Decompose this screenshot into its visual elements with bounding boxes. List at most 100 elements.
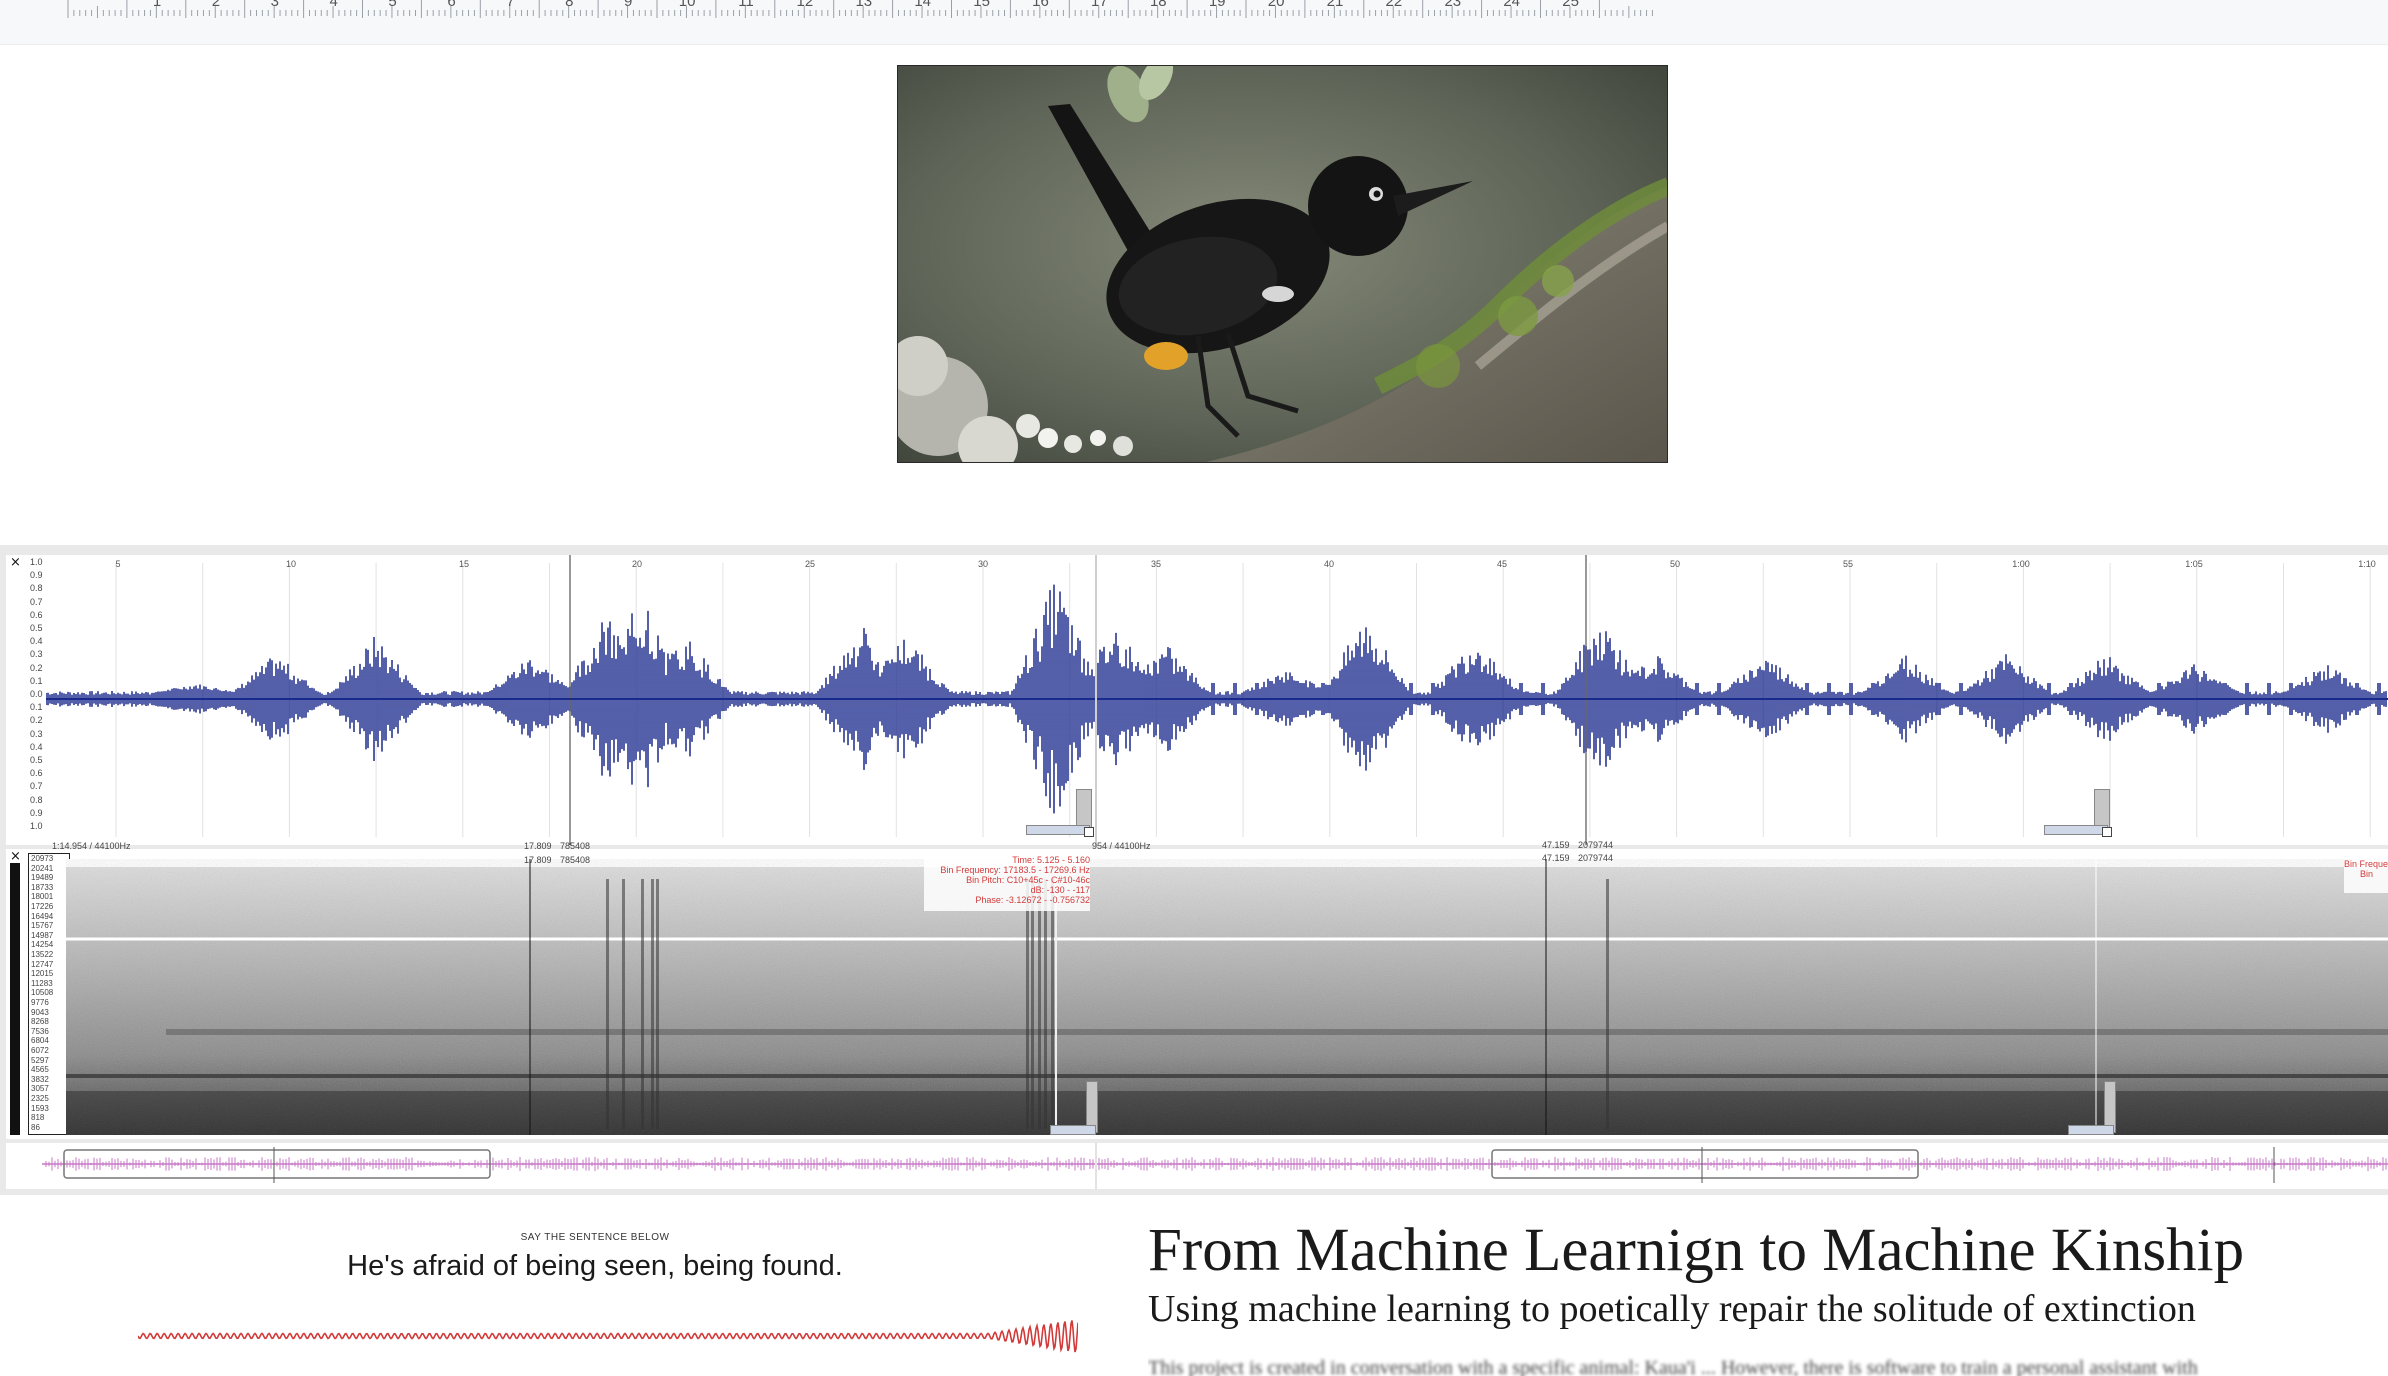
amplitude-label: 0.7 (30, 596, 43, 607)
article-title: From Machine Learnign to Machine Kinship (1148, 1217, 2245, 1284)
frequency-label: 1593 (31, 1103, 49, 1113)
ruler[interactable]: 1 2 3 4 5 6 7 8 9 10 11 12 13 14 15 16 17 18 19 20 21 22 23 24 2… (0, 0, 2388, 45)
frequency-label: 12747 (31, 959, 54, 969)
waveform-panel[interactable]: × 1.0 0.9 0.8 0.7 0.6 0.5 0.4 0.3 0.2 0.1 0.0 0.1 0.… (6, 555, 2388, 851)
frequency-label: 4565 (31, 1065, 49, 1075)
amplitude-label: 0.6 (30, 768, 43, 779)
ruler-label: 8 (565, 0, 573, 10)
overview-waveform[interactable] (6, 1143, 2388, 1189)
frequency-label: 16494 (31, 911, 54, 921)
ruler-label: 3 (271, 0, 279, 10)
frequency-label: 8268 (31, 1017, 49, 1027)
frequency-label: 9776 (31, 998, 49, 1007)
ruler-label: 12 (797, 0, 814, 10)
tooltip-right-freq: Bin Freque (2344, 859, 2388, 869)
overview-panel[interactable] (6, 1143, 2388, 1189)
amplitude-label: 0.9 (30, 807, 43, 818)
ruler-label: 4 (330, 0, 338, 10)
frequency-label: 13522 (31, 950, 54, 959)
amplitude-label: 0.0 (30, 689, 43, 699)
time-tick-label: 1:05 (2185, 559, 2203, 569)
frequency-label: 9043 (31, 1007, 49, 1017)
time-tick-label: 45 (1497, 559, 1507, 569)
ruler-label: 14 (914, 0, 931, 10)
frequency-label: 6804 (31, 1036, 49, 1046)
ruler-label: 17 (1091, 0, 1108, 10)
time-tick-label: 20 (632, 559, 642, 569)
frequency-label: 2325 (31, 1094, 49, 1103)
time-tick-label: 30 (978, 559, 988, 569)
ruler-label: 1 (153, 0, 161, 10)
time-tick-label: 15 (459, 559, 469, 569)
ruler-label: 19 (1209, 0, 1226, 10)
voice-prompt: SAY THE SENTENCE BELOW He's afraid of be… (0, 1212, 1190, 1376)
frequency-label: 3057 (31, 1084, 49, 1094)
ruler-scale: 1 2 3 4 5 6 7 8 9 10 11 12 13 14 15 16 17 18 19 20 21 22 23 24 2… (67, 0, 1653, 18)
waveform-zoom-widget-1[interactable] (1026, 789, 1096, 837)
amplitude-label: 0.5 (30, 623, 43, 633)
amplitude-label: 0.3 (30, 728, 43, 739)
ruler-label: 7 (506, 0, 514, 10)
amplitude-label: 0.2 (30, 715, 43, 726)
time-tick-label: 1:00 (2012, 559, 2030, 569)
frequency-label: 10508 (31, 988, 54, 998)
waveform-zoom-widget-2[interactable] (2044, 789, 2114, 837)
frequency-label: 14987 (31, 930, 54, 940)
bird-illustration (898, 66, 1667, 462)
frequency-label: 6072 (31, 1046, 49, 1055)
spectrogram-zoom-widget-1[interactable] (1050, 1081, 1106, 1135)
spectrogram-zoom-widget-2[interactable] (2068, 1081, 2124, 1135)
spectrogram-cursor2-sample: 2079744 (1578, 853, 1614, 863)
amplitude-label: 0.8 (30, 794, 43, 805)
tooltip-db: dB: -130 - -117 (1030, 885, 1090, 895)
frequency-label: 5297 (31, 1055, 49, 1065)
tooltip-phase: Phase: -3.12672 - -0.756732 (975, 895, 1090, 905)
ruler-label: 5 (388, 0, 396, 10)
ruler-label: 23 (1444, 0, 1461, 10)
time-tick-label: 55 (1843, 559, 1853, 569)
frequency-scale: 20973 20241 19489 18733 18001 17226 16494 15767… (28, 853, 70, 1135)
frequency-label: 18733 (31, 882, 54, 892)
ruler-label: 18 (1150, 0, 1167, 10)
frequency-label: 19489 (31, 873, 54, 883)
ruler-label: 24 (1503, 0, 1520, 10)
ruler-label: 15 (973, 0, 990, 10)
amplitude-label: 0.2 (30, 662, 43, 673)
amplitude-label: 0.5 (30, 755, 43, 765)
spectrogram-canvas[interactable] (66, 859, 2388, 1135)
spectrogram-close-button[interactable]: × (10, 849, 21, 864)
frequency-label: 3832 (31, 1074, 49, 1084)
time-tick-label: 5 (115, 559, 120, 569)
frequency-label: 17226 (31, 902, 54, 911)
amplitude-label: 1.0 (30, 557, 43, 567)
spectrogram-tooltip-right: Bin Freque Bin (2344, 859, 2388, 893)
ruler-label: 22 (1386, 0, 1403, 10)
spectrogram-color-bar (10, 863, 20, 1135)
waveform-close-button[interactable]: × (10, 555, 21, 570)
spectrogram-panel[interactable]: × 20973 20241 19489 18733 18001 17226 16494 157… (6, 849, 2388, 1139)
ruler-label: 16 (1032, 0, 1049, 10)
time-tick-label: 50 (1670, 559, 1680, 569)
frequency-label: 18001 (31, 892, 54, 902)
time-tick-label: 10 (286, 559, 296, 569)
article-subtitle: Using machine learning to poetically rep… (1148, 1288, 2196, 1330)
time-tick-label: 25 (805, 559, 815, 569)
tooltip-bin-pitch: Bin Pitch: C10+45c - C#10-46c (966, 875, 1090, 885)
frequency-label: 818 (31, 1113, 45, 1123)
bird-image[interactable] (897, 65, 1668, 463)
audio-editor[interactable]: × 1.0 0.9 0.8 0.7 0.6 0.5 0.4 0.3 0.2 0.1 0.0 0.1 0.… (0, 545, 2388, 1195)
ruler-label: 25 (1562, 0, 1579, 10)
amplitude-label: 0.3 (30, 649, 43, 660)
article-body: This project is created in conversation … (1148, 1356, 2388, 1376)
article-body-text: This project is created in conversation … (1148, 1357, 2198, 1376)
amplitude-label: 0.1 (30, 702, 43, 713)
tooltip-time: Time: 5.125 - 5.160 (1012, 855, 1090, 865)
waveform-canvas[interactable]: 5 10 15 20 25 30 35 40 45 50 55 1:00 1:05 1:10 (46, 555, 2388, 845)
frequency-label: 86 (31, 1122, 40, 1132)
amplitude-label: 1.0 (30, 821, 43, 831)
frequency-label: 14254 (31, 940, 54, 950)
amplitude-label: 0.8 (30, 583, 43, 594)
time-tick-label: 40 (1324, 559, 1334, 569)
ruler-label: 20 (1268, 0, 1285, 10)
spectrogram-cursor1-sample: 785408 (560, 855, 591, 865)
